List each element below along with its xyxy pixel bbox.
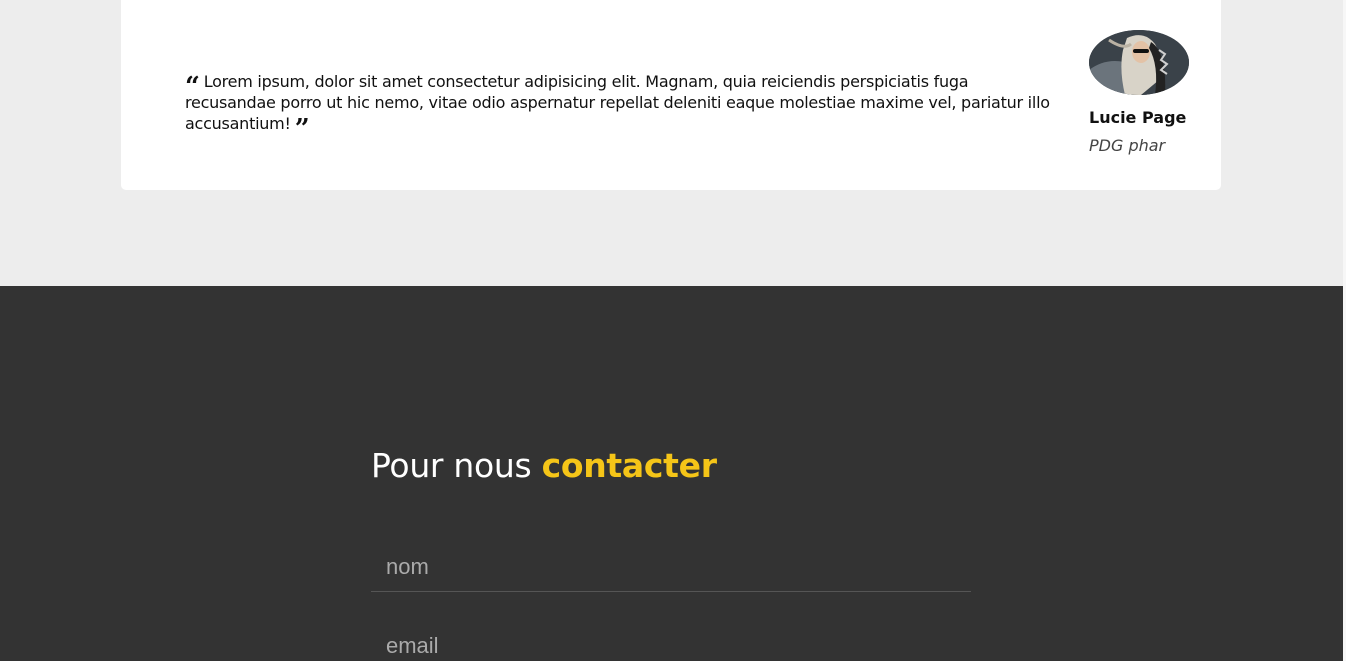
name-field[interactable] xyxy=(371,542,971,592)
author-role: PDG phar xyxy=(1089,136,1166,155)
testimonial-quote: “Lorem ipsum, dolor sit amet consectetur… xyxy=(185,71,1055,144)
page: “Lorem ipsum, dolor sit amet consectetur… xyxy=(0,0,1346,661)
contact-title-accent: contacter xyxy=(541,446,717,485)
author-name: Lucie Page xyxy=(1089,108,1187,127)
contact-section: Pour nous contacter xyxy=(0,286,1343,661)
testimonial-section: “Lorem ipsum, dolor sit amet consectetur… xyxy=(0,0,1343,286)
testimonial-text: Lorem ipsum, dolor sit amet consectetur … xyxy=(185,72,1050,133)
quote-left-icon: “ xyxy=(185,72,200,102)
avatar-image xyxy=(1089,30,1189,95)
testimonial-author: Lucie Page PDG phar xyxy=(1089,30,1209,155)
contact-title-prefix: Pour nous xyxy=(371,446,532,485)
contact-title: Pour nous contacter xyxy=(371,446,717,485)
quote-right-icon: ” xyxy=(294,114,310,144)
testimonial-card: “Lorem ipsum, dolor sit amet consectetur… xyxy=(121,0,1221,190)
email-field[interactable] xyxy=(371,621,971,661)
avatar xyxy=(1089,30,1189,95)
